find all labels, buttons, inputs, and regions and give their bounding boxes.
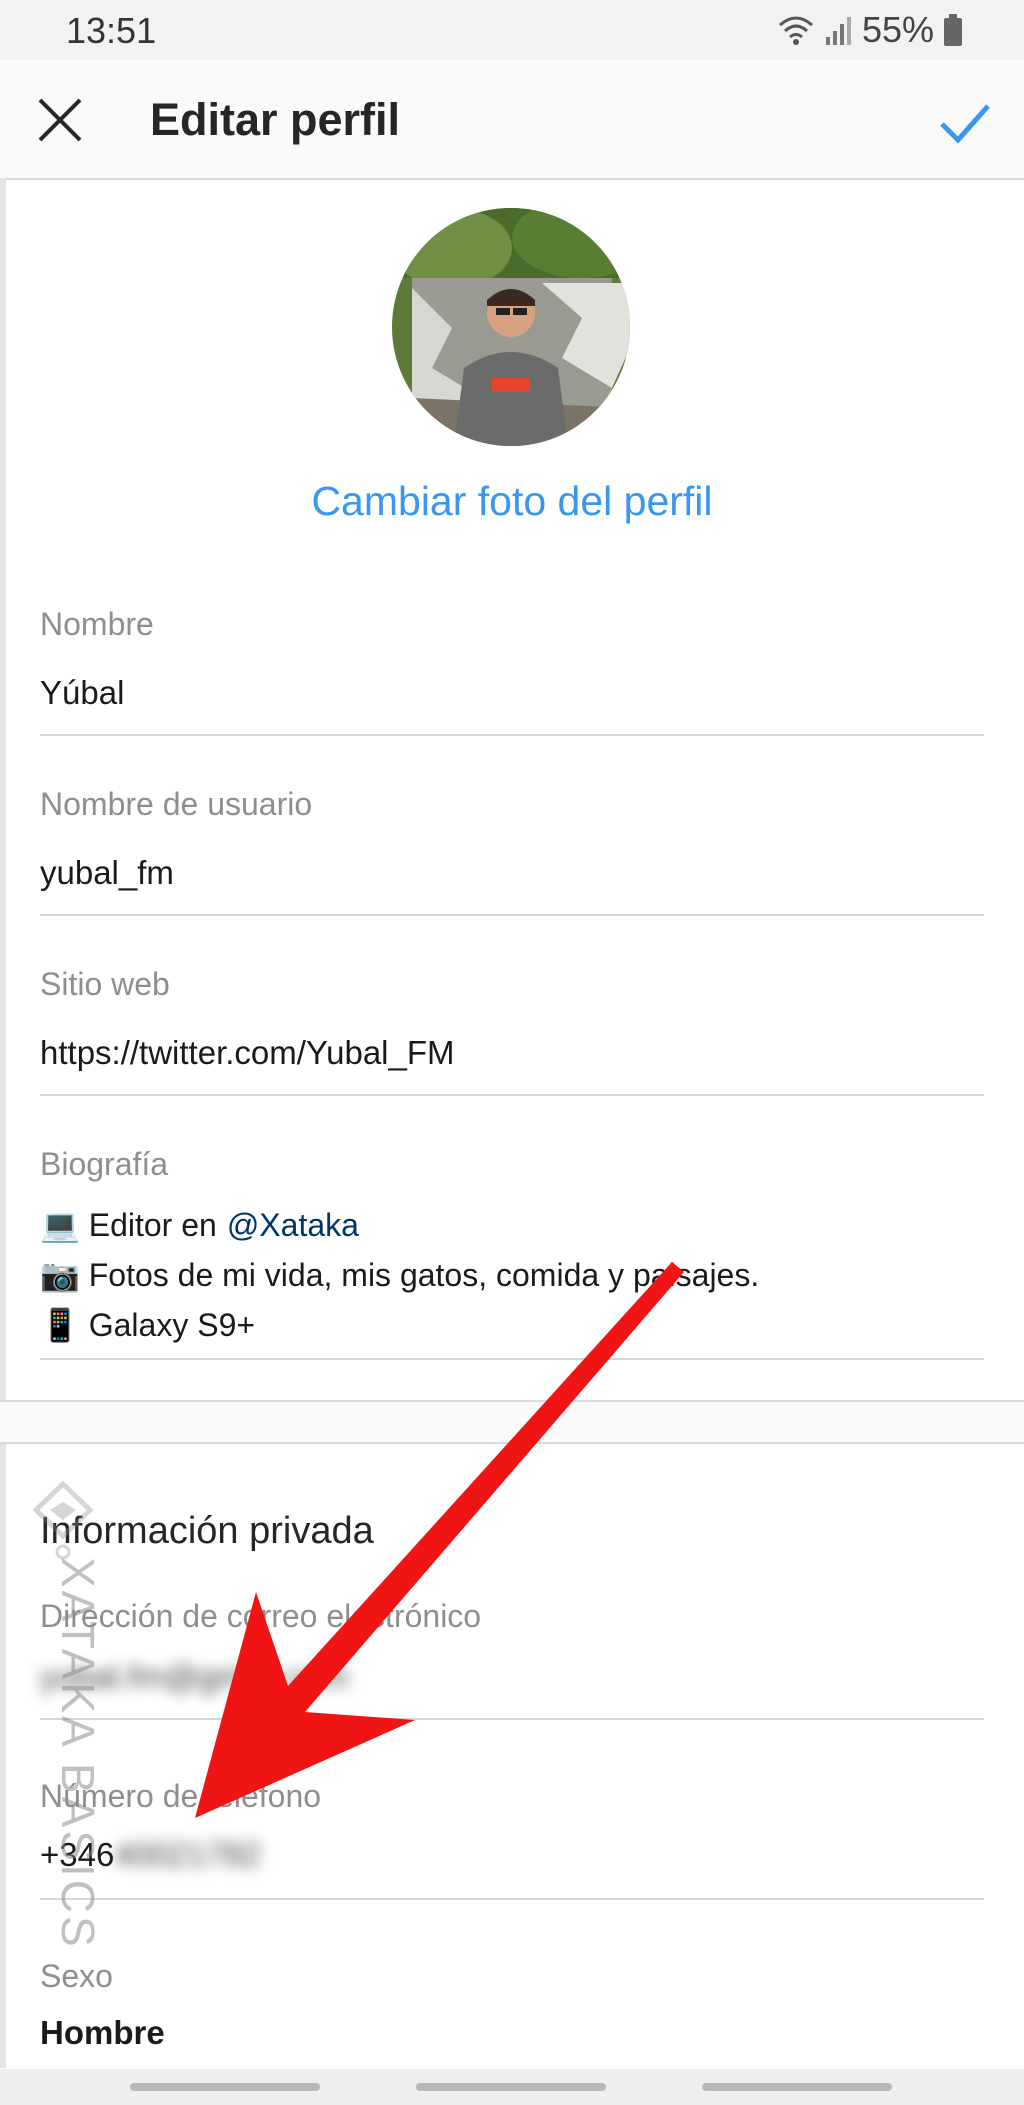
close-icon[interactable] <box>30 90 90 150</box>
website-input[interactable]: https://twitter.com/Yubal_FM <box>40 1034 455 1072</box>
nav-recents-button[interactable] <box>702 2083 892 2091</box>
watermark: XATAKA BASICS <box>28 1480 104 2040</box>
name-input[interactable]: Yúbal <box>40 674 124 712</box>
app-bar: Editar perfil <box>0 60 1024 180</box>
bio-line-1-text: 💻 Editor en <box>40 1207 217 1243</box>
username-label: Nombre de usuario <box>40 786 313 822</box>
battery-icon <box>944 14 962 46</box>
bio-mention-link[interactable]: @Xataka <box>227 1207 359 1244</box>
bio-line-3: 📱 Galaxy S9+ <box>40 1306 255 1344</box>
phone-field[interactable]: Número de teléfono +34640021782 <box>40 1778 984 1900</box>
website-label: Sitio web <box>40 966 170 1002</box>
page-title: Editar perfil <box>150 94 401 145</box>
email-field[interactable]: Dirección de correo electrónico yubal.fm… <box>40 1598 984 1720</box>
bio-line-1: 💻 Editor en @Xataka <box>40 1206 359 1244</box>
system-nav-bar <box>0 2069 1024 2105</box>
gender-field[interactable]: Sexo Hombre <box>40 1958 984 2058</box>
nav-home-button[interactable] <box>416 2083 606 2091</box>
wifi-icon <box>778 16 813 45</box>
website-field[interactable]: Sitio web https://twitter.com/Yubal_FM <box>40 960 984 1096</box>
bio-label: Biografía <box>40 1146 169 1182</box>
name-field[interactable]: Nombre Yúbal <box>40 600 984 736</box>
phone-hidden-digits: 40021782 <box>114 1836 262 1873</box>
battery-percent: 55% <box>861 9 934 50</box>
bio-line-2: 📷 Fotos de mi vida, mis gatos, comida y … <box>40 1256 759 1294</box>
name-label: Nombre <box>40 606 154 642</box>
email-label: Dirección de correo electrónico <box>40 1598 482 1634</box>
avatar-photo <box>392 208 630 446</box>
status-bar: 13:51 55% <box>0 0 1024 60</box>
section-divider <box>0 1400 1024 1444</box>
watermark-text: XATAKA BASICS <box>52 1557 104 1950</box>
bio-line-3-text: 📱 Galaxy S9+ <box>40 1307 256 1343</box>
signal-icon <box>825 17 851 45</box>
left-edge-strip <box>0 178 6 2068</box>
profile-avatar[interactable] <box>392 208 630 446</box>
check-icon[interactable] <box>934 92 994 152</box>
status-icons: 55% <box>776 9 964 50</box>
nav-back-button[interactable] <box>130 2083 320 2091</box>
change-photo-link[interactable]: Cambiar foto del perfil <box>0 478 1024 525</box>
username-input[interactable]: yubal_fm <box>40 854 174 892</box>
bio-field[interactable]: Biografía 💻 Editor en @Xataka 📷 Fotos de… <box>40 1140 984 1360</box>
username-field[interactable]: Nombre de usuario yubal_fm <box>40 780 984 916</box>
status-time: 13:51 <box>66 10 157 51</box>
bio-line-2-text: 📷 Fotos de mi vida, mis gatos, comida y … <box>40 1257 760 1293</box>
